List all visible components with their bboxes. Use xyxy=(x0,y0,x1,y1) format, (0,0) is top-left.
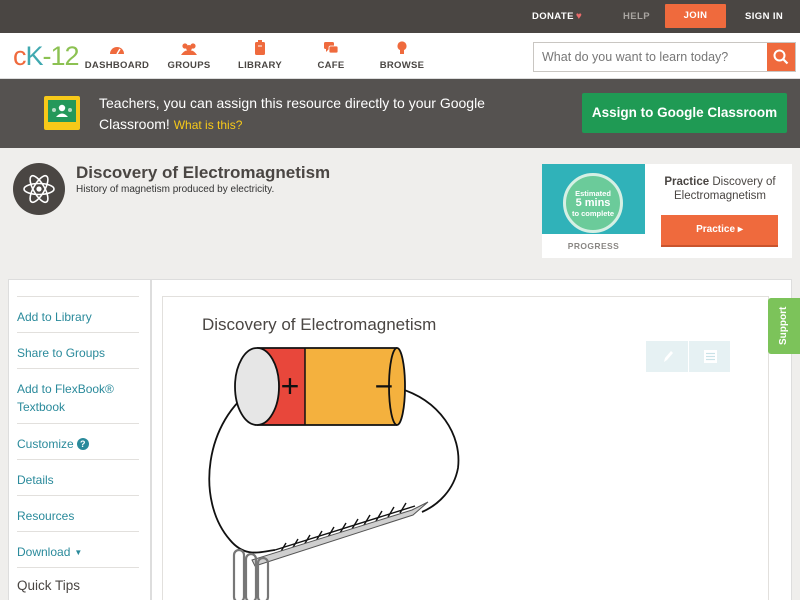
top-utility-bar: DONATE ♥ HELP JOIN SIGN IN xyxy=(0,0,800,33)
banner-message: Teachers, you can assign this resource d… xyxy=(99,95,485,132)
flexbook-label: Add to FlexBook® xyxy=(17,382,114,396)
heart-icon: ♥ xyxy=(575,11,583,22)
main-navbar: cK-12 DASHBOARD GROUPS LIBRARY CAFE BROW… xyxy=(0,33,800,79)
google-classroom-banner: Teachers, you can assign this resource d… xyxy=(0,79,800,148)
logo-12: 12 xyxy=(50,41,80,71)
google-classroom-icon xyxy=(44,96,80,130)
sidebar-item-add-to-flexbook[interactable]: Add to FlexBook® Textbook xyxy=(17,368,139,416)
sidebar-item-details[interactable]: Details xyxy=(17,459,139,489)
ck12-logo[interactable]: cK-12 xyxy=(13,41,80,71)
banner-text: Teachers, you can assign this resource d… xyxy=(99,93,519,136)
battery: + − xyxy=(234,347,406,426)
donate-label: DONATE xyxy=(532,11,574,22)
sidebar-item-download[interactable]: Download ▼ xyxy=(17,531,139,562)
practice-button-label: Practice xyxy=(696,224,736,235)
sidebar: Add to Library Share to Groups Add to Fl… xyxy=(8,279,151,600)
sidebar-item-add-to-library[interactable]: Add to Library xyxy=(17,296,139,326)
groups-icon xyxy=(154,39,224,57)
estimate-mins: 5 mins xyxy=(575,197,611,209)
pencil-icon xyxy=(664,351,673,362)
lightbulb-icon xyxy=(367,39,437,57)
nav-dashboard-label: DASHBOARD xyxy=(84,60,150,71)
nav-groups-label: GROUPS xyxy=(167,60,211,71)
dashboard-icon xyxy=(82,39,152,57)
coil xyxy=(274,502,416,554)
support-tab[interactable]: Support xyxy=(768,298,800,354)
logo-dash: - xyxy=(42,41,52,71)
nav-cafe-label: CAFE xyxy=(317,60,345,71)
progress-thumbnail: Estimated 5 mins to complete xyxy=(542,164,645,234)
sidebar-item-customize[interactable]: Customize? xyxy=(17,423,139,453)
content-tools xyxy=(646,341,730,372)
content-title: Discovery of Electromagnetism xyxy=(202,315,437,334)
logo-c: c xyxy=(13,41,26,71)
practice-title: Practice Discovery of Electromagnetism xyxy=(650,175,790,203)
progress-label: PROGRESS xyxy=(567,241,620,251)
search-button[interactable] xyxy=(767,43,795,71)
library-icon xyxy=(225,39,295,57)
nav-library[interactable]: LIBRARY xyxy=(225,39,295,71)
logo-k: K xyxy=(25,41,44,71)
flexbook-label-2: Textbook xyxy=(17,400,66,414)
search-input[interactable] xyxy=(534,43,767,71)
assign-google-classroom-button[interactable]: Assign to Google Classroom xyxy=(582,93,787,133)
donate-link[interactable]: DONATE ♥ xyxy=(532,0,582,33)
paper-clips xyxy=(232,548,270,600)
annotate-button[interactable] xyxy=(646,341,688,372)
practice-card: Estimated 5 mins to complete PROGRESS Pr… xyxy=(542,164,792,258)
search-icon xyxy=(773,49,789,65)
sidebar-item-resources[interactable]: Resources xyxy=(17,495,139,525)
help-icon[interactable]: ? xyxy=(76,438,89,450)
battery-positive-label: + xyxy=(281,368,300,404)
download-label: Download xyxy=(17,545,71,559)
estimate-complete: to complete xyxy=(571,209,615,218)
search-box xyxy=(533,42,796,72)
nav-browse-label: BROWSE xyxy=(379,60,425,71)
sign-in-link[interactable]: SIGN IN xyxy=(745,0,783,33)
nav-library-label: LIBRARY xyxy=(238,60,282,71)
support-label: Support xyxy=(778,306,789,346)
what-is-this-link[interactable]: What is this? xyxy=(174,118,243,132)
sidebar-item-share-to-groups[interactable]: Share to Groups xyxy=(17,332,139,362)
nav-dashboard[interactable]: DASHBOARD xyxy=(82,39,152,71)
wire-right xyxy=(397,387,460,513)
page-subtitle: History of magnetism produced by electri… xyxy=(76,184,275,195)
practice-button[interactable]: Practice ▸ xyxy=(661,215,778,245)
page-title: Discovery of Electromagnetism xyxy=(76,163,331,182)
help-link[interactable]: HELP xyxy=(623,0,650,33)
customize-label: Customize xyxy=(17,437,74,451)
electromagnet-illustration: + − xyxy=(200,340,500,600)
caret-down-icon: ▼ xyxy=(74,548,83,557)
chat-bubbles-icon xyxy=(296,39,366,57)
practice-title-bold: Practice xyxy=(664,176,710,188)
nav-browse[interactable]: BROWSE xyxy=(367,39,437,71)
quick-tips-heading: Quick Tips xyxy=(17,567,139,593)
notes-icon xyxy=(704,350,717,363)
atom-icon xyxy=(13,163,65,215)
chevron-right-icon: ▸ xyxy=(737,224,743,235)
notes-button[interactable] xyxy=(688,341,730,372)
estimate-badge: Estimated 5 mins to complete xyxy=(563,173,623,233)
nav-cafe[interactable]: CAFE xyxy=(296,39,366,71)
battery-negative-label: − xyxy=(375,368,394,404)
nav-groups[interactable]: GROUPS xyxy=(154,39,224,71)
join-button[interactable]: JOIN xyxy=(665,4,726,28)
